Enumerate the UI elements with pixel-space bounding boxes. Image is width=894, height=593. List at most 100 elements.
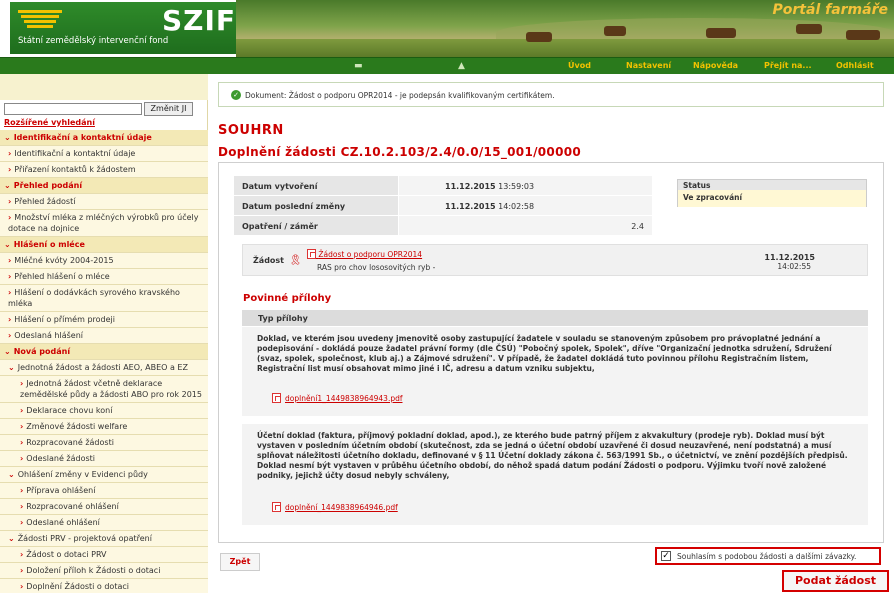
sidebar-item[interactable]: › Hlášení o dodávkách syrového kravského … — [0, 285, 208, 312]
sidebar-item[interactable]: › Jednotná žádost včetně deklarace zemědě… — [0, 376, 208, 403]
page-subtitle: Doplnění žádosti CZ.10.2.103/2.4/0.0/15_… — [218, 145, 582, 159]
attachment-description: Účetní doklad (faktura, příjmový pokladn… — [257, 431, 848, 480]
sidebar-item-label: Identifikační a kontaktní údaje — [14, 149, 136, 158]
sidebar-item[interactable]: › Změnové žádosti welfare — [0, 419, 208, 435]
pdf-icon — [272, 393, 281, 403]
status-badge: Ve zpracování — [678, 190, 866, 207]
sidebar-item[interactable]: › Přehled žádostí — [0, 194, 208, 210]
nav-nastaveni[interactable]: Nastavení — [626, 61, 671, 70]
pdf-icon — [272, 502, 281, 512]
nav-prejit-na[interactable]: Přejít na... — [764, 61, 812, 70]
sidebar-item-label: Změnové žádosti welfare — [26, 422, 128, 431]
sidebar-item-label: Přehled hlášení o mléce — [14, 272, 110, 281]
sidebar: Změnit JI Rozšířené vyhledání ⌄ Identifik… — [0, 74, 208, 593]
sidebar-item-label: Identifikační a kontaktní údaje — [13, 133, 152, 142]
change-ji-button[interactable]: Změnit JI — [144, 102, 193, 116]
chevron-right-icon: › — [8, 331, 12, 340]
chevron-right-icon: › — [20, 486, 24, 495]
sidebar-item[interactable]: › Doplnění Žádosti o dotaci — [0, 579, 208, 593]
signature-notice: ✓ Dokument: Žádost o podporu OPR2014 - j… — [218, 82, 884, 107]
sidebar-section[interactable]: ⌄ Identifikační a kontaktní údaje — [0, 130, 208, 146]
sidebar-item[interactable]: › Rozpracované ohlášení — [0, 499, 208, 515]
sidebar-item[interactable]: ⌄ Jednotná žádost a žádosti AEO, ABEO a E… — [0, 360, 208, 376]
logo-stripes-icon — [18, 10, 62, 32]
sidebar-item[interactable]: ⌄ Ohlášení změny v Evidenci půdy — [0, 467, 208, 483]
attachment-file-link[interactable]: doplnění_1449838964946.pdf — [272, 502, 398, 512]
submit-application-button[interactable]: Podat žádost — [782, 570, 889, 592]
chevron-right-icon: › — [8, 213, 12, 222]
logo-subtitle: Státní zemědělský intervenční fond — [18, 36, 169, 46]
logo-text: SZIF — [162, 4, 237, 37]
info-value: 2.4 — [399, 216, 652, 235]
sidebar-item[interactable]: › Odeslaná hlášení — [0, 328, 208, 344]
sidebar-item[interactable]: ⌄ Žádosti PRV - projektová opatření — [0, 531, 208, 547]
sidebar-item[interactable]: › Množství mléka z mléčných výrobků pro ú… — [0, 210, 208, 237]
chevron-right-icon: › — [8, 256, 12, 265]
sidebar-item-label: Mléčné kvóty 2004-2015 — [14, 256, 114, 265]
agree-checkbox-field[interactable]: ✓ Souhlasím s podobou žádosti a dalšími … — [655, 547, 881, 565]
nav-odhlasit[interactable]: Odhlásit — [836, 61, 874, 70]
sidebar-section[interactable]: ⌄ Přehled podání — [0, 178, 208, 194]
user-icon[interactable]: ▲ — [458, 61, 465, 71]
sidebar-section[interactable]: ⌄ Nová podání — [0, 344, 208, 360]
chevron-down-icon: ⌄ — [8, 534, 15, 543]
chevron-right-icon: › — [20, 518, 24, 527]
sidebar-item-label: Doložení příloh k Žádosti o dotaci — [26, 566, 161, 575]
application-label: Žádost — [253, 256, 285, 265]
info-row-created: Datum vytvoření 11.12.2015 13:59:03 — [234, 176, 652, 196]
agree-checkbox[interactable]: ✓ — [661, 551, 671, 561]
sidebar-item[interactable]: › Deklarace chovu koní — [0, 403, 208, 419]
sidebar-item[interactable]: › Příprava ohlášení — [0, 483, 208, 499]
chevron-right-icon: › — [20, 422, 24, 431]
chevron-right-icon: › — [20, 550, 24, 559]
sidebar-item[interactable]: › Hlášení o přímém prodeji — [0, 312, 208, 328]
nav-napoveda[interactable]: Nápověda — [693, 61, 738, 70]
chevron-right-icon: › — [20, 566, 24, 575]
pdf-icon — [307, 249, 316, 259]
chevron-right-icon: › — [20, 406, 24, 415]
chevron-down-icon: ⌄ — [4, 240, 11, 249]
nav-uvod[interactable]: Úvod — [568, 61, 591, 70]
szif-logo[interactable]: SZIF Státní zemědělský intervenční fond — [10, 2, 236, 54]
back-button[interactable]: Zpět — [220, 553, 260, 571]
attachment-file-link[interactable]: doplnění1_1449838964943.pdf — [272, 393, 403, 403]
sidebar-item[interactable]: › Rozpracované žádosti — [0, 435, 208, 451]
application-description: RAS pro chov lososovitých ryb - — [317, 263, 436, 272]
info-label: Datum poslední změny — [234, 196, 398, 215]
sidebar-item[interactable]: › Odeslané ohlášení — [0, 515, 208, 531]
sidebar-item-label: Doplnění Žádosti o dotaci — [26, 582, 129, 591]
sidebar-item[interactable]: › Přiřazení kontaktů k žádostem — [0, 162, 208, 178]
chevron-down-icon: ⌄ — [8, 363, 15, 372]
chevron-right-icon: › — [8, 165, 12, 174]
sidebar-item[interactable]: › Mléčné kvóty 2004-2015 — [0, 253, 208, 269]
sidebar-item[interactable]: › Doložení příloh k Žádosti o dotaci — [0, 563, 208, 579]
attachment-item: Účetní doklad (faktura, příjmový pokladn… — [242, 424, 868, 525]
sidebar-item-label: Množství mléka z mléčných výrobků pro úč… — [8, 213, 199, 233]
sidebar-item-label: Přiřazení kontaktů k žádostem — [14, 165, 136, 174]
advanced-search-link[interactable]: Rozšířené vyhledání — [4, 118, 95, 127]
sidebar-item[interactable]: › Odeslané žádosti — [0, 451, 208, 467]
application-link[interactable]: Žádost o podporu OPR2014 — [307, 249, 422, 259]
search-input[interactable] — [4, 103, 142, 115]
info-value: 11.12.2015 13:59:03 — [399, 176, 652, 195]
chevron-down-icon: ⌄ — [4, 133, 11, 142]
application-date: 11.12.2015 — [764, 253, 815, 262]
info-table: Datum vytvoření 11.12.2015 13:59:03 Datu… — [234, 176, 652, 236]
chevron-down-icon: ⌄ — [4, 181, 11, 190]
attachments-title: Povinné přílohy — [243, 293, 332, 304]
application-time: 14:02:55 — [777, 262, 811, 271]
sidebar-item-label: Rozpracované ohlášení — [26, 502, 119, 511]
sidebar-item[interactable]: › Přehled hlášení o mléce — [0, 269, 208, 285]
sidebar-item-label: Přehled žádostí — [14, 197, 76, 206]
chevron-right-icon: › — [8, 272, 12, 281]
sidebar-item-label: Hlášení o přímém prodeji — [14, 315, 115, 324]
sidebar-item[interactable]: › Žádost o dotaci PRV — [0, 547, 208, 563]
chevron-right-icon: › — [8, 149, 12, 158]
print-icon[interactable]: ▬ — [354, 61, 363, 71]
sidebar-section[interactable]: ⌄ Hlášení o mléce — [0, 237, 208, 253]
sidebar-item-label: Odeslaná hlášení — [14, 331, 83, 340]
attachment-description: Doklad, ve kterém jsou uvedeny jmenovitě… — [257, 334, 832, 373]
sidebar-item[interactable]: › Identifikační a kontaktní údaje — [0, 146, 208, 162]
sidebar-menu: ⌄ Identifikační a kontaktní údaje › Identif… — [0, 130, 208, 593]
sidebar-item-label: Deklarace chovu koní — [26, 406, 113, 415]
